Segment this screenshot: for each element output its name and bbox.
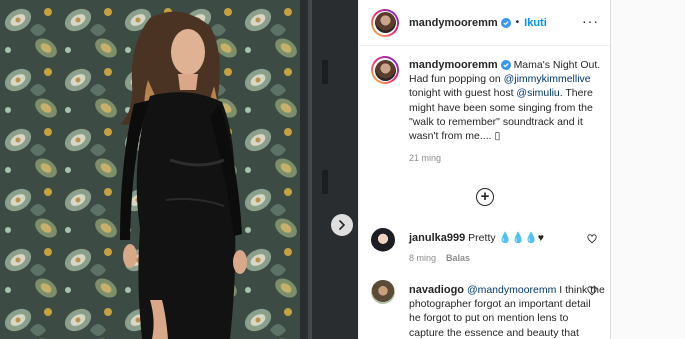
mention-link[interactable]: @jimmykimmellive [504,73,591,85]
comment-text: Pretty 💧💧💧♥ [465,232,544,244]
comment-username[interactable]: janulka999 [409,232,465,244]
page-background [610,0,685,339]
caption-timestamp: 21 ming [409,153,442,164]
reply-button[interactable]: Balas [446,253,470,263]
post-photo[interactable] [0,0,358,339]
comment-username[interactable]: navadiogo [409,284,464,296]
caption-avatar[interactable] [371,56,399,84]
caption-body: mandymooremm Mama's Night Out. Had fun p… [409,58,605,165]
heart-icon[interactable] [587,234,597,244]
comment-body: janulka999 Pretty 💧💧💧♥ 8 ming Balas [409,231,605,265]
post-side-panel: mandymooremm • Ikuti ··· mandymooremm Ma… [358,0,611,339]
more-options-icon[interactable]: ··· [582,14,599,28]
emoji-glyph: ▯ [494,130,501,143]
caption-username[interactable]: mandymooremm [409,59,498,71]
heart-icon[interactable] [587,286,597,296]
comment-body: navadiogo @mandymooremm I think the phot… [409,283,605,339]
chevron-right-icon [339,220,346,230]
header-username[interactable]: mandymooremm [409,17,498,29]
verified-badge-icon [500,60,511,70]
avatar[interactable] [371,8,399,37]
person-figure [120,11,247,339]
door-frame [300,0,358,339]
caption-text-2: tonight with guest host [409,87,517,100]
next-photo-button[interactable] [331,214,353,236]
verified-badge-icon [500,17,511,28]
comment-avatar[interactable] [371,228,395,252]
add-comment-icon[interactable]: + [476,188,494,206]
comment-avatar[interactable] [371,280,395,304]
comment-meta: 8 ming Balas [409,251,605,265]
mention-link[interactable]: @mandymooremm [467,284,556,296]
separator-dot: • [515,17,520,28]
mention-link[interactable]: @simuliu [516,87,559,99]
post-header: mandymooremm • Ikuti ··· [359,0,611,46]
comment-timestamp: 8 ming [409,253,437,264]
follow-button[interactable]: Ikuti [524,17,547,29]
